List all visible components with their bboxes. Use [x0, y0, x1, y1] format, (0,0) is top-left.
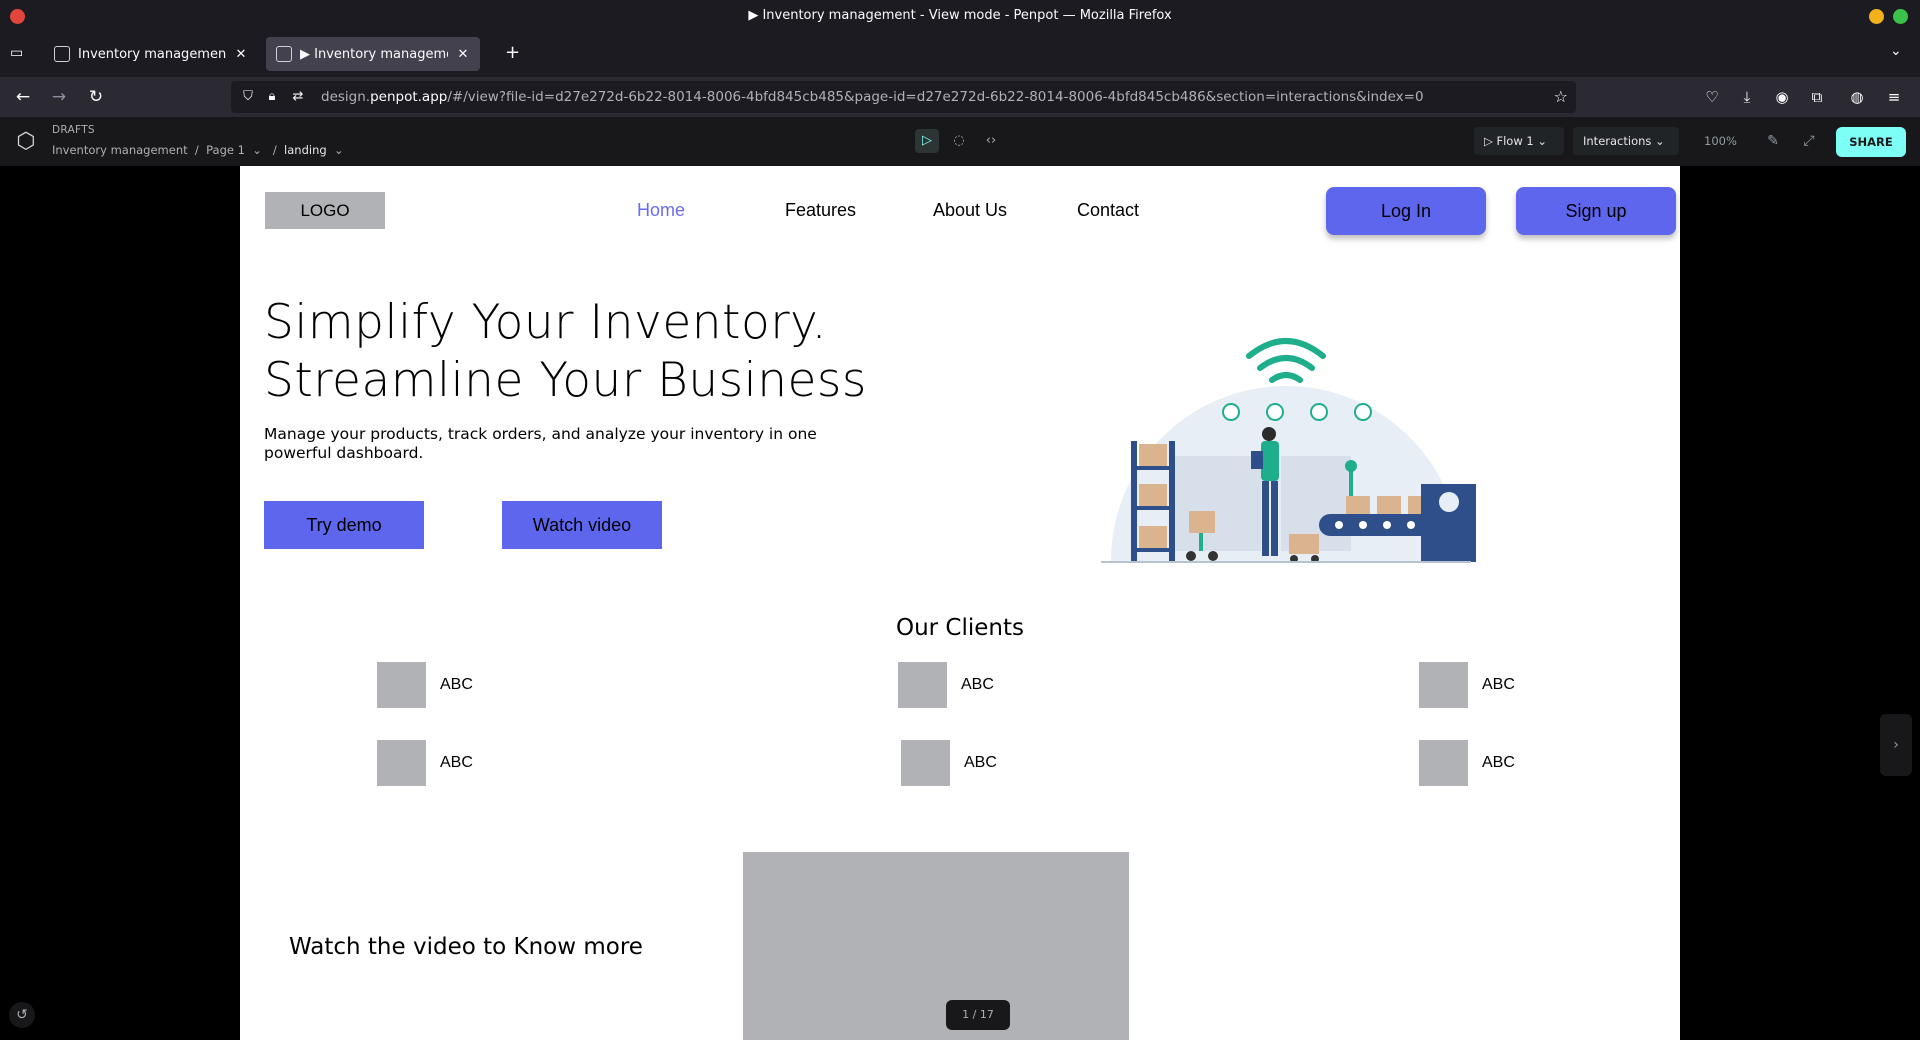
- client-logo-placeholder: [377, 740, 426, 786]
- video-section-text: Watch the video to Know more: [289, 934, 643, 960]
- close-icon[interactable]: ✕: [456, 47, 470, 62]
- notification-icon[interactable]: ◍: [1847, 87, 1867, 107]
- close-icon[interactable]: ✕: [234, 47, 248, 62]
- penpot-favicon-icon: [54, 46, 70, 62]
- chevron-down-icon: ⌄: [1533, 134, 1548, 148]
- nav-link-contact[interactable]: Contact: [1077, 200, 1139, 221]
- account-icon[interactable]: ◉: [1772, 87, 1792, 107]
- client-logo-placeholder: [1419, 662, 1468, 708]
- client-name: ABC: [440, 754, 473, 771]
- back-arrow-icon[interactable]: ←: [11, 85, 35, 109]
- hero-title-line-2: Streamline Your Business: [264, 353, 867, 408]
- hero-title: Simplify Your Inventory. Streamline Your…: [264, 294, 867, 410]
- video-placeholder[interactable]: [743, 852, 1129, 1040]
- tab-title: ▶ Inventory management - V: [300, 46, 448, 62]
- pocket-icon[interactable]: ♡: [1702, 87, 1722, 107]
- window-maximize-button[interactable]: [1893, 9, 1908, 24]
- tab-title: Inventory management - Pe: [78, 46, 226, 62]
- penpot-logo-icon[interactable]: ⬡: [13, 129, 39, 155]
- tab-list-icon[interactable]: ▭: [10, 45, 28, 61]
- chevron-down-icon: ⌄: [1651, 134, 1665, 148]
- hero-title-line-1: Simplify Your Inventory.: [264, 295, 828, 350]
- login-button[interactable]: Log In: [1326, 187, 1486, 235]
- chevron-down-icon[interactable]: ⌄: [330, 143, 344, 157]
- window-title: ▶ Inventory management - View mode - Pen…: [748, 8, 1172, 23]
- url-text[interactable]: design.penpot.app/#/view?file-id=d27e272…: [321, 89, 1424, 105]
- share-button[interactable]: SHARE: [1836, 127, 1906, 157]
- shield-icon[interactable]: ⛉: [239, 88, 257, 106]
- client-name: ABC: [961, 676, 994, 693]
- project-name: DRAFTS: [52, 124, 95, 136]
- play-icon: ▷: [1484, 134, 1497, 148]
- url-bar[interactable]: ⛉ 🔒︎ ⇄ design.penpot.app/#/view?file-id=…: [231, 81, 1576, 113]
- interactions-label: Interactions: [1583, 134, 1652, 148]
- flow-label: Flow 1: [1496, 134, 1534, 148]
- hero-subtitle: Manage your products, track orders, and …: [264, 425, 817, 462]
- watch-video-button[interactable]: Watch video: [502, 501, 662, 549]
- reload-icon[interactable]: ↻: [84, 85, 108, 109]
- nav-link-home[interactable]: Home: [637, 200, 685, 221]
- page-counter: 1 / 17: [946, 1000, 1010, 1030]
- new-tab-plus-icon[interactable]: +: [505, 44, 520, 62]
- breadcrumb: Inventory management / Page 1 ⌄ / landin…: [52, 143, 344, 157]
- logo-placeholder: LOGO: [265, 192, 385, 229]
- inspect-code-icon[interactable]: ‹›: [979, 129, 1003, 153]
- permissions-icon[interactable]: ⇄: [289, 88, 307, 106]
- client-logo-placeholder: [1419, 740, 1468, 786]
- warehouse-illustration: [1101, 338, 1476, 563]
- bookmark-star-icon[interactable]: ☆: [1554, 87, 1568, 106]
- client-item: ABC: [1419, 662, 1515, 708]
- comments-mode-icon[interactable]: ◌: [947, 129, 971, 153]
- next-board-arrow-icon[interactable]: ›: [1880, 714, 1912, 776]
- nav-link-features[interactable]: Features: [785, 200, 856, 221]
- client-name: ABC: [1482, 754, 1515, 771]
- client-item: ABC: [901, 740, 997, 786]
- edit-pencil-icon[interactable]: ✎: [1762, 130, 1784, 152]
- breadcrumb-board[interactable]: landing: [284, 143, 327, 157]
- chevron-down-icon[interactable]: ⌄: [1890, 43, 1902, 59]
- client-item: ABC: [377, 740, 473, 786]
- client-name: ABC: [964, 754, 997, 771]
- browser-tab-1[interactable]: Inventory management - Pe ✕: [44, 37, 258, 71]
- play-mode-button[interactable]: ▷: [915, 129, 939, 153]
- client-logo-placeholder: [898, 662, 947, 708]
- client-item: ABC: [898, 662, 994, 708]
- window-titlebar: ▶ Inventory management - View mode - Pen…: [0, 0, 1920, 31]
- extensions-icon[interactable]: ⧉: [1807, 87, 1827, 107]
- breadcrumb-file[interactable]: Inventory management: [52, 143, 188, 157]
- client-name: ABC: [1482, 676, 1515, 693]
- flow-dropdown[interactable]: ▷ Flow 1 ⌄: [1474, 127, 1564, 155]
- signup-button[interactable]: Sign up: [1516, 187, 1676, 235]
- navigation-toolbar: ← → ↻ ⛉ 🔒︎ ⇄ design.penpot.app/#/view?fi…: [0, 77, 1920, 117]
- tab-bar: ▭ Inventory management - Pe ✕ ▶ Inventor…: [0, 31, 1920, 77]
- clients-title: Our Clients: [895, 615, 1025, 641]
- client-logo-placeholder: [901, 740, 950, 786]
- penpot-favicon-icon: [276, 46, 292, 62]
- lock-icon[interactable]: 🔒︎: [263, 88, 281, 106]
- fullscreen-icon[interactable]: ⤢: [1798, 130, 1820, 152]
- chevron-down-icon[interactable]: ⌄: [249, 143, 266, 157]
- nav-link-about-us[interactable]: About Us: [933, 200, 1007, 221]
- client-item: ABC: [377, 662, 473, 708]
- breadcrumb-page[interactable]: Page 1: [206, 143, 245, 157]
- viewer-canvas: LOGO Home Features About Us Contact Log …: [0, 166, 1920, 1040]
- client-item: ABC: [1419, 740, 1515, 786]
- forward-arrow-icon[interactable]: →: [47, 85, 71, 109]
- client-name: ABC: [440, 676, 473, 693]
- history-reset-icon[interactable]: ↺: [9, 1002, 35, 1028]
- menu-icon[interactable]: ≡: [1884, 87, 1904, 107]
- try-demo-button[interactable]: Try demo: [264, 501, 424, 549]
- interactions-dropdown[interactable]: Interactions ⌄: [1573, 127, 1679, 155]
- download-icon[interactable]: ⤓: [1737, 87, 1757, 107]
- penpot-viewer-header: ⬡ DRAFTS Inventory management / Page 1 ⌄…: [0, 117, 1920, 166]
- client-logo-placeholder: [377, 662, 426, 708]
- browser-tab-2[interactable]: ▶ Inventory management - V ✕: [266, 37, 480, 71]
- zoom-level[interactable]: 100%: [1704, 134, 1737, 148]
- window-minimize-button[interactable]: [1869, 9, 1884, 24]
- landing-board: LOGO Home Features About Us Contact Log …: [240, 166, 1680, 1040]
